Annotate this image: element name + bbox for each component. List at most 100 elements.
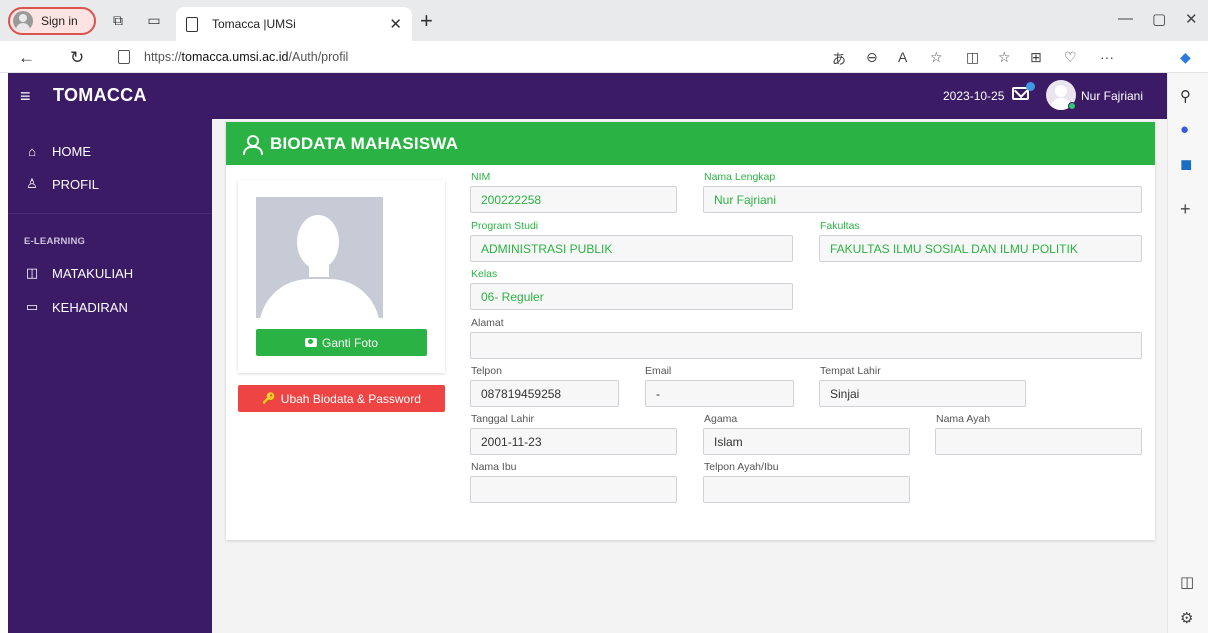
sidebar-item-label: KEHADIRAN bbox=[52, 299, 128, 315]
nim-field[interactable]: 200222258 bbox=[470, 186, 677, 213]
search-icon[interactable]: ⚲ bbox=[1180, 87, 1191, 105]
nim-label: NIM bbox=[471, 171, 491, 183]
nama-ayah-field[interactable] bbox=[935, 428, 1142, 455]
back-icon[interactable]: ← bbox=[18, 48, 35, 68]
telpon-label: Telpon bbox=[471, 365, 502, 377]
refresh-icon[interactable]: ↻ bbox=[70, 48, 84, 68]
url-host: tomacca.umsi.ac.id bbox=[181, 50, 289, 64]
email-label: Email bbox=[645, 365, 672, 377]
sidebar-item-kehadiran[interactable]: ▭ KEHADIRAN bbox=[8, 294, 212, 320]
edge-sidebar: ⚲ ● ◼ + ◫ ⚙ bbox=[1167, 73, 1208, 633]
nama-ibu-label: Nama Ibu bbox=[471, 461, 517, 473]
url-field[interactable]: https://tomacca.umsi.ac.id/Auth/profil bbox=[144, 50, 348, 64]
workspaces-icon[interactable]: ⧉ bbox=[110, 12, 126, 28]
telpon-field[interactable]: 087819459258 bbox=[470, 380, 619, 407]
collections-icon[interactable]: ⊞ bbox=[1030, 49, 1042, 66]
minimize-icon[interactable]: — bbox=[1118, 10, 1133, 27]
change-photo-button[interactable]: Ganti Foto bbox=[256, 329, 427, 356]
sidebar-divider bbox=[8, 213, 212, 214]
sidebar-item-label: MATAKULIAH bbox=[52, 265, 134, 281]
user-icon: ♙ bbox=[26, 176, 38, 191]
tempat-lahir-field[interactable]: Sinjai bbox=[819, 380, 1026, 407]
nama-lengkap-field[interactable]: Nur Fajriani bbox=[703, 186, 1142, 213]
address-bar: ← ↻ https://tomacca.umsi.ac.id/Auth/prof… bbox=[0, 41, 1208, 73]
favorites-bar-icon[interactable]: ☆ bbox=[998, 49, 1011, 66]
new-tab-icon[interactable]: + bbox=[420, 8, 433, 34]
main-content: BIODATA MAHASISWA Ganti Foto 🔑 Ubah Biod… bbox=[212, 119, 1167, 633]
tab-actions-icon[interactable]: ▭ bbox=[146, 12, 162, 28]
sidebar-item-label: PROFIL bbox=[52, 176, 99, 192]
alamat-label: Alamat bbox=[471, 317, 504, 329]
sidebar-section-title: E-LEARNING bbox=[24, 236, 86, 247]
read-aloud-icon[interactable]: A bbox=[898, 49, 907, 65]
browser-tab-active[interactable]: Tomacca |UMSi ✕ bbox=[176, 7, 412, 41]
camera-icon bbox=[304, 338, 317, 347]
brand-title[interactable]: TOMACCA bbox=[53, 85, 147, 106]
hide-sidebar-icon[interactable]: ◫ bbox=[1180, 573, 1194, 591]
fakultas-field[interactable]: FAKULTAS ILMU SOSIAL DAN ILMU POLITIK bbox=[819, 235, 1142, 262]
user-icon bbox=[242, 134, 263, 155]
kelas-field[interactable]: 06- Reguler bbox=[470, 283, 793, 310]
edit-biodata-password-button[interactable]: 🔑 Ubah Biodata & Password bbox=[238, 385, 445, 412]
url-path: /Auth/profil bbox=[288, 50, 349, 64]
sidebar-item-profil[interactable]: ♙ PROFIL bbox=[8, 171, 212, 197]
fakultas-label: Fakultas bbox=[820, 220, 860, 232]
tanggal-lahir-field[interactable]: 2001-11-23 bbox=[470, 428, 677, 455]
lock-icon[interactable] bbox=[118, 50, 130, 64]
online-status-icon bbox=[1068, 102, 1076, 110]
program-studi-field[interactable]: ADMINISTRASI PUBLIK bbox=[470, 235, 793, 262]
zoom-out-icon[interactable]: ⊖ bbox=[866, 49, 878, 66]
nama-ayah-label: Nama Ayah bbox=[936, 413, 991, 425]
profile-avatar-icon bbox=[13, 11, 33, 31]
more-menu-icon[interactable]: ··· bbox=[1100, 49, 1114, 65]
add-app-icon[interactable]: + bbox=[1180, 199, 1191, 220]
photo-panel: Ganti Foto bbox=[238, 180, 445, 373]
alamat-field[interactable] bbox=[470, 332, 1142, 359]
tempat-lahir-label: Tempat Lahir bbox=[820, 365, 881, 377]
nama-ibu-field[interactable] bbox=[470, 476, 677, 503]
close-window-icon[interactable]: ✕ bbox=[1185, 10, 1198, 28]
edit-biodata-label: Ubah Biodata & Password bbox=[280, 391, 421, 406]
outlook-icon[interactable]: ◼ bbox=[1180, 155, 1192, 173]
copilot-icon[interactable]: ◆ bbox=[1180, 49, 1191, 66]
page-icon bbox=[186, 16, 198, 32]
agama-field[interactable]: Islam bbox=[703, 428, 910, 455]
tab-title: Tomacca |UMSi bbox=[212, 17, 296, 31]
user-name[interactable]: Nur Fajriani bbox=[1081, 89, 1143, 103]
monitor-icon: ▭ bbox=[25, 299, 39, 314]
sign-in-button[interactable]: Sign in bbox=[8, 7, 96, 35]
tanggal-lahir-label: Tanggal Lahir bbox=[471, 413, 535, 425]
book-icon: ◫ bbox=[25, 265, 39, 280]
sidebar-item-matakuliah[interactable]: ◫ MATAKULIAH bbox=[8, 260, 212, 286]
sidebar-item-home[interactable]: ⌂ HOME bbox=[8, 138, 212, 164]
restore-icon[interactable]: ▢ bbox=[1152, 10, 1166, 28]
read-aloud-alt-icon[interactable]: あ bbox=[832, 49, 846, 69]
header-date: 2023-10-25 bbox=[943, 89, 1005, 103]
discover-icon[interactable]: ● bbox=[1180, 121, 1189, 138]
key-icon: 🔑 bbox=[262, 393, 276, 405]
telpon-ortu-label: Telpon Ayah/Ibu bbox=[704, 461, 779, 473]
notification-dot bbox=[1026, 82, 1035, 91]
sidebar-item-label: HOME bbox=[52, 143, 91, 159]
url-prefix: https:// bbox=[144, 50, 182, 64]
favorite-star-icon[interactable]: ☆ bbox=[930, 49, 943, 66]
home-icon: ⌂ bbox=[28, 143, 36, 159]
biodata-card: BIODATA MAHASISWA Ganti Foto 🔑 Ubah Biod… bbox=[226, 122, 1155, 540]
nama-lengkap-label: Nama Lengkap bbox=[704, 171, 776, 183]
change-photo-label: Ganti Foto bbox=[321, 335, 379, 350]
profile-photo-placeholder bbox=[256, 197, 383, 318]
program-studi-label: Program Studi bbox=[471, 220, 539, 232]
sidebar: ⌂ HOME ♙ PROFIL E-LEARNING ◫ MATAKULIAH … bbox=[8, 119, 212, 633]
split-screen-icon[interactable]: ◫ bbox=[966, 49, 979, 66]
hamburger-menu-icon[interactable]: ≡ bbox=[20, 86, 31, 107]
telpon-ortu-field[interactable] bbox=[703, 476, 910, 503]
app-header: ≡ TOMACCA 2023-10-25 Nur Fajriani bbox=[8, 73, 1167, 119]
email-field[interactable]: - bbox=[645, 380, 794, 407]
card-header: BIODATA MAHASISWA bbox=[226, 122, 1155, 165]
browser-essentials-icon[interactable]: ♡ bbox=[1064, 49, 1077, 66]
agama-label: Agama bbox=[704, 413, 738, 425]
kelas-label: Kelas bbox=[471, 268, 498, 280]
card-title: BIODATA MAHASISWA bbox=[270, 133, 459, 153]
close-tab-icon[interactable]: ✕ bbox=[389, 15, 402, 33]
settings-gear-icon[interactable]: ⚙ bbox=[1180, 609, 1193, 627]
